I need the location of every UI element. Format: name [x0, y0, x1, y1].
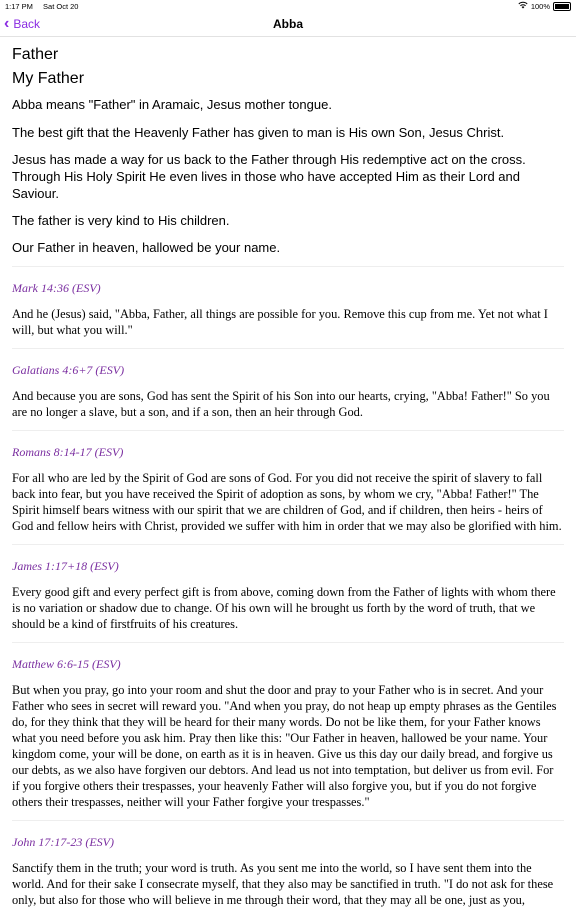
- divider: [12, 266, 564, 268]
- divider: [12, 820, 564, 822]
- verse-reference: Galatians 4:6+7 (ESV): [12, 363, 125, 378]
- verse-text: And because you are sons, God has sent t…: [12, 389, 550, 420]
- back-label: Back: [13, 17, 41, 31]
- status-date: Sat Oct 20: [43, 1, 79, 11]
- divider: [12, 348, 564, 350]
- status-left: 1:17 PM Sat Oct 20: [5, 2, 86, 11]
- intro-paragraph: Our Father in heaven, hallowed be your n…: [12, 240, 281, 256]
- page-title: Abba: [273, 17, 303, 31]
- verse-text: But when you pray, go into your room and…: [12, 683, 557, 810]
- chevron-left-icon: ‹: [4, 15, 10, 32]
- intro-paragraph: The best gift that the Heavenly Father h…: [12, 124, 505, 140]
- verse-text: Every good gift and every perfect gift i…: [12, 585, 556, 632]
- intro-paragraph: Abba means "Father" in Aramaic, Jesus mo…: [12, 97, 332, 113]
- wifi-icon: [518, 1, 528, 11]
- verse-reference: Matthew 6:6-15 (ESV): [12, 657, 121, 672]
- heading-father: Father: [12, 46, 59, 63]
- verse-text: Sanctify them in the truth; your word is…: [12, 861, 554, 908]
- verse-reference: Mark 14:36 (ESV): [12, 281, 101, 296]
- battery-percent: 100%: [530, 1, 550, 11]
- divider: [12, 544, 564, 546]
- content-scroll-area[interactable]: Father My Father Abba means "Father" in …: [0, 37, 576, 908]
- verse-reference: John 17:17-23 (ESV): [12, 835, 114, 850]
- intro-paragraph: The father is very kind to His children.: [12, 213, 230, 229]
- status-right: 100%: [518, 1, 571, 11]
- navigation-bar: ‹ Back Abba: [0, 12, 576, 37]
- heading-my-father: My Father: [12, 70, 85, 88]
- battery-icon: [553, 1, 571, 11]
- divider: [12, 430, 564, 432]
- verse-reference: Romans 8:14-17 (ESV): [12, 445, 124, 460]
- divider: [12, 642, 564, 644]
- back-button[interactable]: ‹ Back: [4, 16, 40, 32]
- verse-text: For all who are led by the Spirit of God…: [12, 471, 562, 534]
- intro-paragraph: Jesus has made a way for us back to the …: [12, 151, 526, 201]
- verse-text: And he (Jesus) said, "Abba, Father, all …: [12, 307, 548, 338]
- verse-reference: James 1:17+18 (ESV): [12, 559, 119, 574]
- status-bar: 1:17 PM Sat Oct 20 100%: [0, 0, 576, 12]
- status-time: 1:17 PM: [5, 1, 33, 11]
